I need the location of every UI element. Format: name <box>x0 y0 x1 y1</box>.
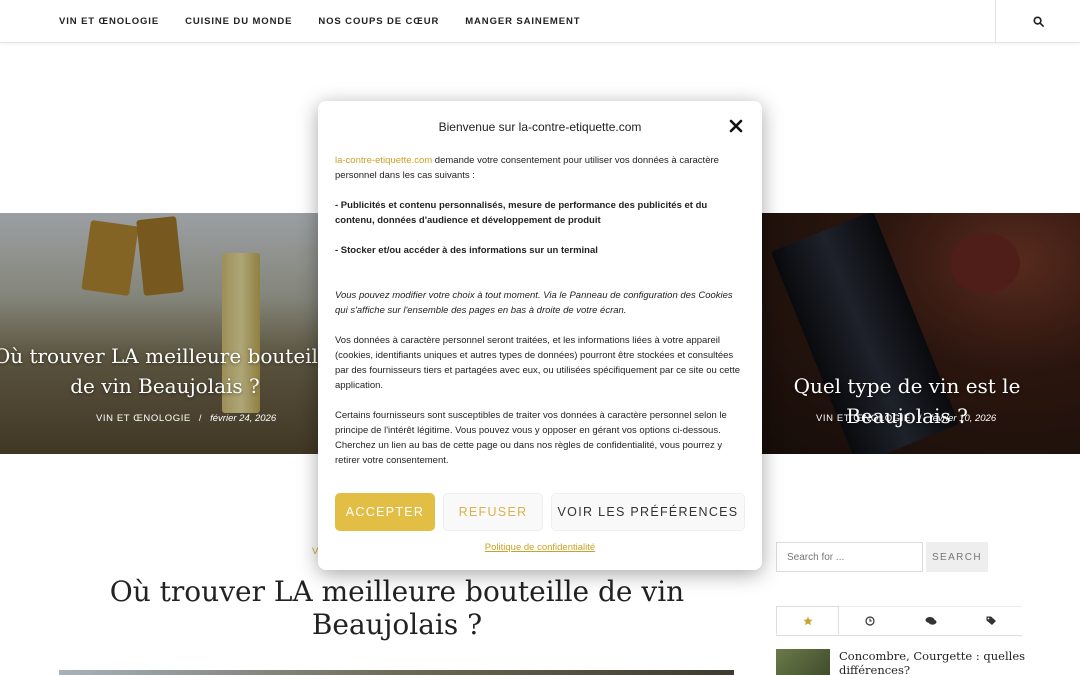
tab-recent[interactable] <box>839 606 900 635</box>
star-icon <box>802 616 813 625</box>
search-icon <box>1032 16 1044 27</box>
sidebar-search-input[interactable] <box>776 542 923 572</box>
slide-right[interactable]: Quel type de vin est le Beaujolais ? VIN… <box>760 213 1080 454</box>
nav-search-button[interactable] <box>995 0 1080 43</box>
slide-left[interactable]: Où trouver LA meilleure bouteille de vin… <box>0 213 330 454</box>
nav-item-manger-sainement[interactable]: MANGER SAINEMENT <box>465 16 580 27</box>
recent-post-thumbnail[interactable] <box>776 649 830 675</box>
nav-item-vin-et-oenologie[interactable]: VIN ET ŒNOLOGIE <box>59 16 159 27</box>
tags-icon <box>986 616 996 625</box>
slide-date: février 10, 2026 <box>930 413 997 424</box>
refuse-button[interactable]: REFUSER <box>443 493 543 531</box>
top-navigation: VIN ET ŒNOLOGIE CUISINE DU MONDE NOS COU… <box>0 0 1080 43</box>
accept-button[interactable]: ACCEPTER <box>335 493 435 531</box>
slide-category[interactable]: VIN ET ŒNOLOGIE <box>96 413 191 424</box>
sidebar-search-button[interactable]: SEARCH <box>926 542 988 572</box>
slide-title[interactable]: Où trouver LA meilleure bouteille de vin… <box>0 341 330 401</box>
slide-category[interactable]: VIN ET ŒNOLOGIE <box>816 413 911 424</box>
article-title: Où trouver LA meilleure bouteille de vin… <box>109 575 685 641</box>
modal-body: la-contre-etiquette.com demande votre co… <box>335 153 747 483</box>
main-menu: VIN ET ŒNOLOGIE CUISINE DU MONDE NOS COU… <box>59 0 606 43</box>
slide-meta: VIN ET ŒNOLOGIE / février 24, 2026 <box>96 413 277 424</box>
article-featured-image <box>59 670 734 675</box>
consent-italic-note: Vous pouvez modifier votre choix à tout … <box>335 290 733 316</box>
consent-purpose-storage: - Stocker et/ou accéder à des informatio… <box>335 245 598 256</box>
consent-intro: la-contre-etiquette.com demande votre co… <box>335 153 747 183</box>
recent-post-title[interactable]: Concombre, Courgette : quelles différenc… <box>839 649 1029 675</box>
slide-date: février 24, 2026 <box>210 413 277 424</box>
modal-title: Bienvenue sur la-contre-etiquette.com <box>438 120 642 134</box>
tab-popular[interactable] <box>776 606 839 635</box>
consent-paragraph-data: Vos données à caractère personnel seront… <box>335 335 741 391</box>
consent-purpose-ads: - Publicités et contenu personnalisés, m… <box>335 200 708 226</box>
tab-comments[interactable] <box>900 606 961 635</box>
consent-paragraph-legitimate-interest: Certains fournisseurs sont susceptibles … <box>335 410 727 466</box>
sidebar-tabs <box>776 606 1022 636</box>
privacy-policy-link[interactable]: Politique de confidentialité <box>318 542 762 553</box>
clock-icon <box>864 616 875 626</box>
close-icon[interactable] <box>729 119 743 133</box>
sidebar-search-form: SEARCH <box>776 542 988 572</box>
comments-icon <box>925 617 936 625</box>
nav-item-cuisine-du-monde[interactable]: CUISINE DU MONDE <box>185 16 292 27</box>
view-preferences-button[interactable]: VOIR LES PRÉFÉRENCES <box>551 493 745 531</box>
cookie-consent-modal: Bienvenue sur la-contre-etiquette.com la… <box>318 101 762 570</box>
nav-item-nos-coups-de-coeur[interactable]: NOS COUPS DE CŒUR <box>318 16 439 27</box>
site-link[interactable]: la-contre-etiquette.com <box>335 155 432 166</box>
tab-tags[interactable] <box>961 606 1022 635</box>
slide-meta: VIN ET ŒNOLOGIE / février 10, 2026 <box>816 413 997 424</box>
